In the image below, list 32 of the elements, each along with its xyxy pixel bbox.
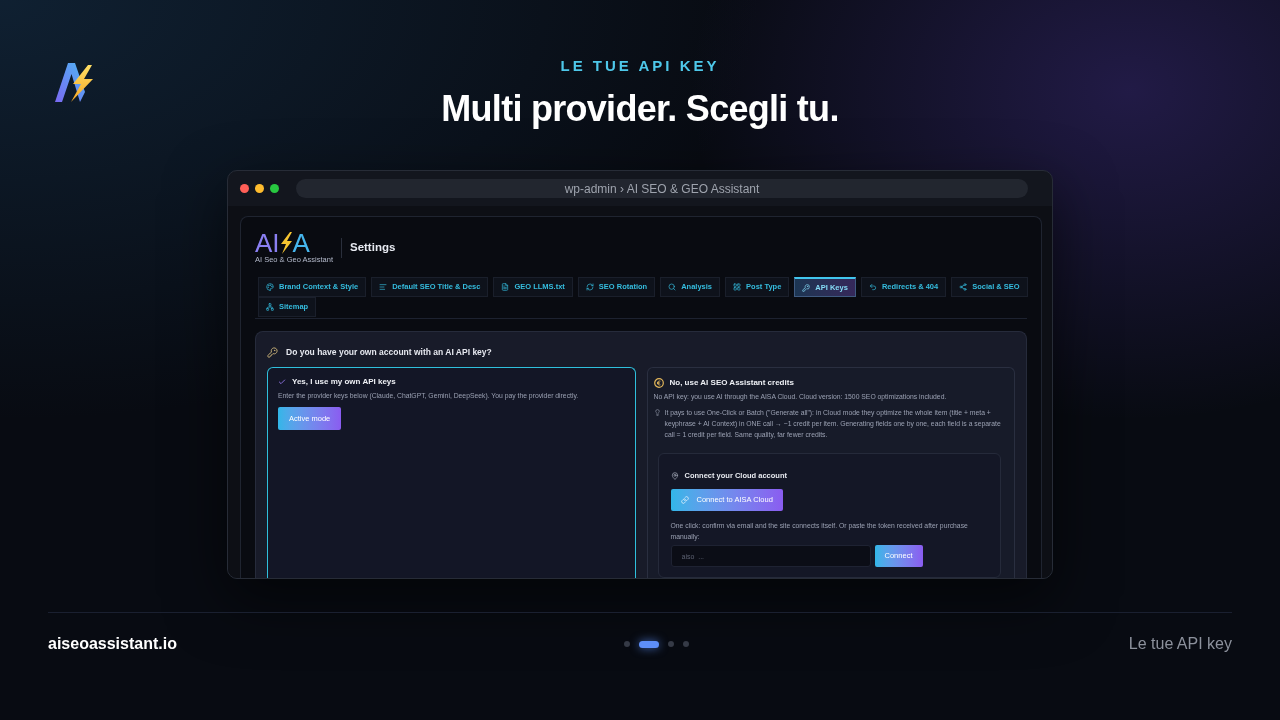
- coin-icon: [653, 378, 664, 388]
- eyebrow-heading: LE TUE API KEY: [560, 57, 720, 75]
- key-icon: [802, 283, 811, 292]
- sitemap-icon: [266, 303, 274, 311]
- option-card[interactable]: [646, 367, 1015, 578]
- site-address: aiseoassistant.io: [48, 634, 177, 654]
- link-icon: [680, 496, 689, 504]
- minimize-button[interactable]: [255, 184, 264, 193]
- slide-caption: Le tue API key: [1128, 634, 1232, 654]
- logo-letters: AI: [255, 232, 280, 254]
- return-arrow-icon: [868, 283, 877, 291]
- page-title: Settings: [349, 240, 396, 256]
- document-icon: [501, 283, 510, 291]
- address-bar[interactable]: wp-admin › AI SEO & GEO Assistant: [296, 179, 1028, 198]
- option-title: Yes, I use my own API keys: [292, 376, 396, 388]
- lightbulb-icon: [653, 409, 661, 416]
- option-title: No, use AI SEO Assistant credits: [669, 377, 794, 389]
- grid-icon: [733, 283, 742, 291]
- palette-icon: [266, 283, 274, 291]
- refresh-icon: [585, 283, 594, 291]
- pin-icon: [670, 471, 679, 480]
- share-icon: [959, 283, 968, 291]
- question-heading: Do you have your own account with an AI API key?: [286, 345, 492, 359]
- check-icon: [278, 378, 286, 386]
- slide-title: Multi provider. Scegli tu.: [441, 89, 839, 129]
- close-button[interactable]: [240, 184, 249, 193]
- search-icon: [668, 283, 677, 291]
- key-icon: [267, 346, 278, 358]
- lines-icon: [379, 283, 388, 291]
- lightning-icon: [279, 232, 293, 254]
- zoom-button[interactable]: [270, 184, 279, 193]
- logo-letter: A: [292, 232, 310, 254]
